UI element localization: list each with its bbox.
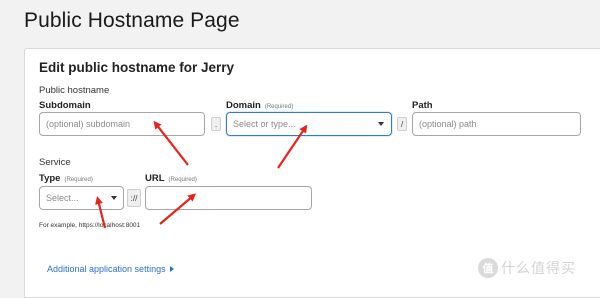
url-label: URL (Required) bbox=[145, 173, 197, 184]
type-label: Type (Required) bbox=[39, 173, 93, 184]
type-select[interactable]: Select... bbox=[39, 186, 124, 210]
domain-placeholder: Select or type... bbox=[233, 119, 296, 129]
domain-label-text: Domain bbox=[226, 100, 261, 111]
chevron-down-icon bbox=[378, 122, 384, 126]
scheme-separator: :// bbox=[127, 189, 141, 207]
subdomain-input[interactable]: (optional) subdomain bbox=[39, 112, 205, 136]
url-required-tag: (Required) bbox=[168, 177, 197, 183]
slash-separator: / bbox=[397, 117, 407, 131]
url-label-text: URL bbox=[145, 173, 165, 184]
watermark-logo-icon: 值 bbox=[478, 258, 498, 278]
chevron-down-icon bbox=[111, 196, 117, 200]
path-label: Path bbox=[412, 100, 433, 111]
watermark: 值 什么值得买 bbox=[478, 258, 576, 278]
subdomain-placeholder: (optional) subdomain bbox=[46, 119, 131, 129]
path-input[interactable]: (optional) path bbox=[412, 112, 581, 136]
url-input[interactable] bbox=[145, 186, 312, 210]
form-title: Edit public hostname for Jerry bbox=[39, 60, 235, 75]
path-placeholder: (optional) path bbox=[419, 119, 477, 129]
page-title: Public Hostname Page bbox=[24, 9, 240, 32]
dot-separator: . bbox=[211, 117, 221, 131]
type-required-tag: (Required) bbox=[64, 177, 93, 183]
additional-settings-label: Additional application settings bbox=[47, 264, 166, 274]
watermark-text: 什么值得买 bbox=[501, 260, 576, 276]
type-placeholder: Select... bbox=[46, 193, 79, 203]
public-hostname-label: Public hostname bbox=[39, 85, 110, 96]
subdomain-label: Subdomain bbox=[39, 100, 91, 111]
subdomain-label-text: Subdomain bbox=[39, 100, 91, 111]
path-label-text: Path bbox=[412, 100, 433, 111]
example-hint: For example, https://localhost:8001 bbox=[39, 222, 141, 229]
domain-required-tag: (Required) bbox=[264, 104, 294, 110]
additional-settings-link[interactable]: Additional application settings bbox=[47, 264, 174, 274]
domain-label: Domain (Required) bbox=[226, 100, 293, 111]
caret-right-icon bbox=[169, 266, 174, 272]
type-label-text: Type bbox=[39, 173, 61, 184]
domain-select[interactable]: Select or type... bbox=[226, 112, 392, 136]
service-label: Service bbox=[39, 157, 71, 168]
